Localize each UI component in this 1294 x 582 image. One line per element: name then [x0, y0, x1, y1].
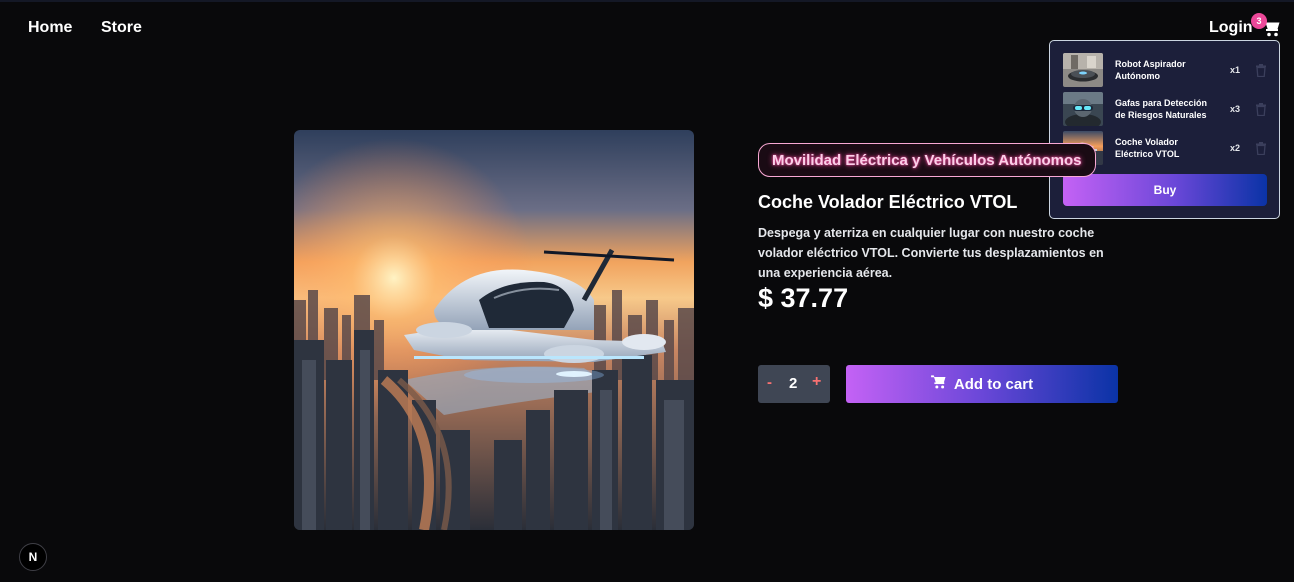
product-image	[294, 130, 694, 530]
add-to-cart-button[interactable]: Add to cart	[846, 365, 1118, 403]
quantity-value: 2	[789, 375, 798, 392]
cart-item-thumbnail-robot-vacuum	[1063, 53, 1103, 87]
buy-button[interactable]: Buy	[1063, 174, 1267, 206]
nextjs-dev-badge[interactable]: N	[19, 543, 47, 571]
nav-store-link[interactable]: Store	[101, 19, 142, 37]
trash-icon[interactable]	[1255, 64, 1267, 78]
cart-item: Gafas para Detección de Riesgos Naturale…	[1063, 92, 1268, 126]
increment-button[interactable]: +	[812, 373, 821, 391]
cart-item-thumbnail-hazard-goggles	[1063, 92, 1103, 126]
cart-item-name: Gafas para Detección de Riesgos Naturale…	[1115, 98, 1208, 120]
cart-item-name: Coche Volador Eléctrico VTOL	[1115, 137, 1180, 159]
cart-dropdown: Robot Aspirador Autónomo x1 Gafas para D…	[1049, 40, 1280, 219]
product-description: Despega y aterriza en cualquier lugar co…	[758, 226, 1104, 280]
cart-count-badge: 3	[1251, 13, 1267, 29]
cart-item: Robot Aspirador Autónomo x1	[1063, 53, 1268, 87]
cart-item-qty: x1	[1230, 65, 1241, 75]
quantity-stepper: - 2 +	[758, 365, 830, 403]
nav-login-link[interactable]: Login	[1209, 19, 1253, 37]
cart-item-qty: x3	[1230, 104, 1241, 114]
nav-home-link[interactable]: Home	[28, 19, 72, 37]
category-badge: Movilidad Eléctrica y Vehículos Autónomo…	[758, 143, 1096, 177]
trash-icon[interactable]	[1255, 103, 1267, 117]
product-title: Coche Volador Eléctrico VTOL	[758, 192, 1018, 212]
cart-item-qty: x2	[1230, 143, 1241, 153]
decrement-button[interactable]: -	[767, 374, 772, 391]
product-price: $ 37.77	[758, 283, 849, 313]
cart-item-name: Robot Aspirador Autónomo	[1115, 59, 1186, 81]
shopping-cart-icon	[930, 374, 946, 394]
trash-icon[interactable]	[1255, 142, 1267, 156]
add-to-cart-label: Add to cart	[953, 375, 1034, 393]
